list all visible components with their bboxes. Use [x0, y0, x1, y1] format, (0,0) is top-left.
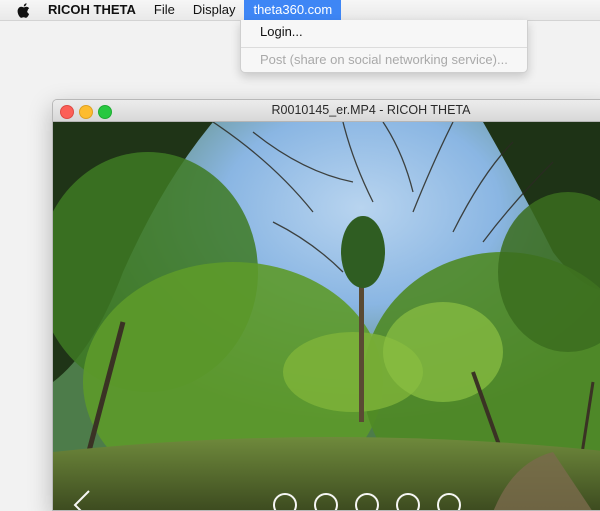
zoom-in-icon [273, 493, 297, 510]
menu-app-name[interactable]: RICOH THETA [48, 0, 145, 20]
theta360-dropdown-menu: Login... Post (share on social networkin… [240, 20, 528, 73]
viewer-window: R0010145_er.MP4 - RICOH THETA [52, 99, 600, 511]
menu-item-post-disabled: Post (share on social networking service… [260, 52, 508, 67]
window-title: R0010145_er.MP4 - RICOH THETA [271, 103, 471, 117]
settings-icon [396, 493, 420, 510]
menu-bar: RICOH THETA File Display theta360.com [0, 0, 600, 21]
menu-file[interactable]: File [145, 0, 184, 20]
menu-theta360[interactable]: theta360.com [244, 0, 342, 20]
menu-item-login[interactable]: Login... [260, 24, 303, 39]
back-arrow-icon [73, 490, 90, 510]
window-titlebar[interactable]: R0010145_er.MP4 - RICOH THETA [53, 100, 600, 122]
360-panorama-forest-image[interactable] [53, 122, 600, 511]
info-icon [437, 493, 461, 510]
viewer-controls [73, 490, 461, 510]
minimize-icon[interactable] [79, 105, 93, 119]
zoom-out-icon [314, 493, 338, 510]
menu-display[interactable]: Display [184, 0, 245, 20]
panorama-viewer[interactable] [53, 122, 600, 511]
view-mode-icon [355, 493, 379, 510]
apple-icon[interactable] [17, 2, 31, 18]
close-icon[interactable] [60, 105, 74, 119]
zoom-icon[interactable] [98, 105, 112, 119]
menu-separator [241, 47, 527, 48]
